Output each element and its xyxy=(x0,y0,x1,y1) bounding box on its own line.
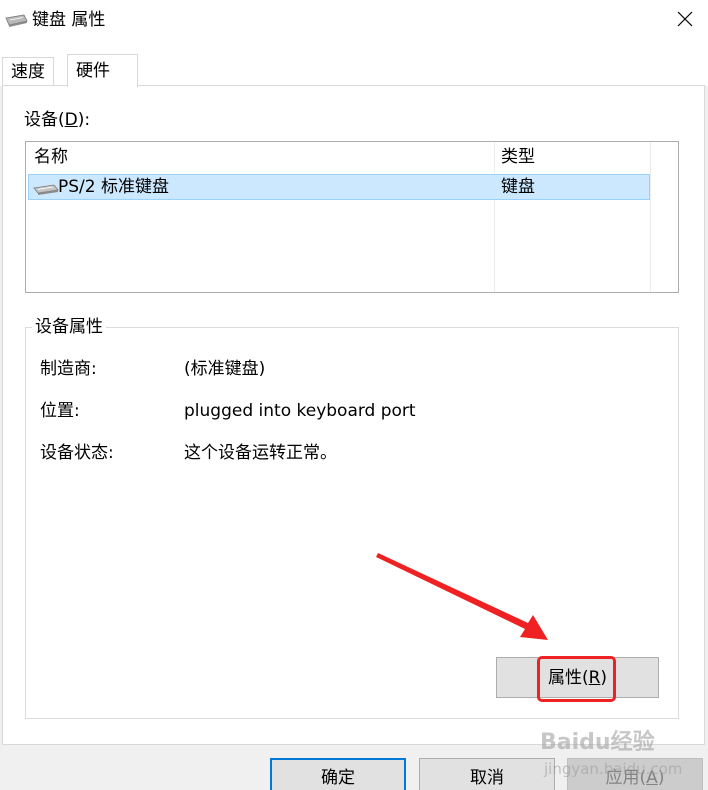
device-list[interactable]: 名称 类型 PS/2 标准键盘 键盘 xyxy=(25,141,679,293)
manufacturer-label: 制造商: xyxy=(40,359,97,379)
column-header-name[interactable]: 名称 xyxy=(34,142,68,172)
annotation-arrow xyxy=(376,553,548,640)
tab-strip: 速度 硬件 xyxy=(0,42,708,87)
column-header-type[interactable]: 类型 xyxy=(501,142,535,172)
device-status-value: 这个设备运转正常。 xyxy=(184,443,337,463)
column-divider xyxy=(650,142,651,292)
device-name: PS/2 标准键盘 xyxy=(58,177,169,197)
tab-hardware[interactable]: 硬件 xyxy=(67,54,138,87)
device-type: 键盘 xyxy=(501,177,535,197)
group-title: 设备属性 xyxy=(32,315,106,339)
keyboard-properties-window: 键盘 属性 速度 硬件 设备(D): 名称 类型 PS/2 标准键盘 键盘 设备… xyxy=(0,0,708,790)
manufacturer-value: (标准键盘) xyxy=(184,359,266,379)
location-label: 位置: xyxy=(40,401,80,421)
tab-speed[interactable]: 速度 xyxy=(2,57,54,86)
cancel-button[interactable]: 取消 xyxy=(419,758,555,790)
list-item[interactable]: PS/2 标准键盘 键盘 xyxy=(28,174,650,200)
annotation-highlight xyxy=(537,656,616,702)
close-icon xyxy=(677,11,693,27)
devices-label-suffix: ): xyxy=(77,110,91,130)
device-status-label: 设备状态: xyxy=(40,443,114,463)
column-divider xyxy=(494,142,495,292)
window-title: 键盘 属性 xyxy=(32,10,106,30)
watermark-url: jingyan.baidu.com xyxy=(544,760,683,778)
devices-label-mnemonic: D xyxy=(64,110,78,130)
ok-button[interactable]: 确定 xyxy=(270,758,406,790)
devices-label: 设备(D): xyxy=(24,108,90,132)
watermark: Baidu经验 jingyan.baidu.com xyxy=(540,722,700,788)
keyboard-icon xyxy=(33,184,59,195)
location-value: plugged into keyboard port xyxy=(184,401,416,421)
watermark-brand: Baidu经验 xyxy=(540,730,655,755)
close-button[interactable] xyxy=(662,0,708,38)
title-bar: 键盘 属性 xyxy=(0,0,708,42)
devices-label-text: 设备( xyxy=(24,110,65,130)
keyboard-icon xyxy=(5,14,28,27)
list-header: 名称 类型 xyxy=(26,142,678,172)
